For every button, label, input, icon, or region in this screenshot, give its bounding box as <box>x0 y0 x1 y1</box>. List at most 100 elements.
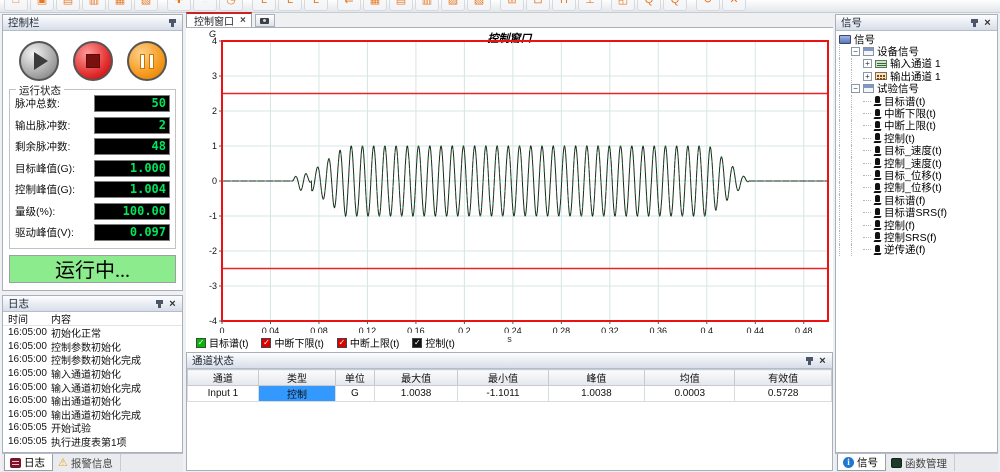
svg-text:-1: -1 <box>209 211 217 221</box>
table3-icon[interactable]: ▥ <box>415 0 439 11</box>
tab-secondary[interactable]: ⚠报警信息 <box>53 454 121 471</box>
log-entry[interactable]: 16:05:00控制参数初始化完成 <box>3 353 182 367</box>
log-entry[interactable]: 16:05:00输出通道初始化完成 <box>3 408 182 422</box>
pin-icon[interactable] <box>166 17 179 29</box>
legend-checkbox[interactable]: ✓ <box>412 338 422 348</box>
log-entry-time: 16:05:00 <box>3 368 51 379</box>
svg-text:0.24: 0.24 <box>504 326 522 333</box>
run-status-group: 运行状态 脉冲总数:50输出脉冲数:2剩余脉冲数:48目标峰值(G):1.000… <box>9 89 176 249</box>
zoom-in-icon[interactable]: Q <box>637 0 661 11</box>
channel-col-header[interactable]: 通道 <box>188 370 259 386</box>
status-field-label: 剩余脉冲数: <box>15 139 70 154</box>
close-icon[interactable]: ✕ <box>722 0 746 11</box>
chart-icon[interactable]: ▨ <box>441 0 465 11</box>
legend-checkbox[interactable]: ✓ <box>261 338 271 348</box>
group-icon <box>863 47 874 56</box>
edit-chart-icon[interactable]: ▧ <box>467 0 491 11</box>
channel-col-header[interactable]: 峰值 <box>548 370 645 386</box>
expand-icon[interactable]: + <box>863 59 872 68</box>
fit-h-icon[interactable]: H <box>552 0 576 11</box>
transfer-icon[interactable]: ⇄ <box>337 0 361 11</box>
L-plot-icon[interactable]: L <box>278 0 302 11</box>
channel-col-header[interactable]: 最小值 <box>458 370 548 386</box>
window-add-icon[interactable]: ▣ <box>30 0 54 11</box>
legend-item[interactable]: ✓中断上限(t) <box>337 335 399 350</box>
log-icon <box>10 458 21 468</box>
snapshot-button[interactable] <box>255 14 275 27</box>
legend-item[interactable]: ✓目标谱(t) <box>196 335 248 350</box>
close-icon[interactable]: × <box>981 17 994 29</box>
log-entry[interactable]: 16:05:00输入通道初始化 <box>3 367 182 381</box>
log-entry-time: 16:05:00 <box>3 382 51 393</box>
tree-item[interactable]: 中断上限(t) <box>839 120 997 132</box>
close-icon[interactable]: × <box>166 298 179 310</box>
channel-col-header[interactable]: 最大值 <box>374 370 458 386</box>
signal-panel-header: 信号 × <box>836 15 997 31</box>
clock-icon[interactable]: ◷ <box>219 0 243 11</box>
stop-icon <box>86 54 100 68</box>
status-field-label: 目标峰值(G): <box>15 161 75 176</box>
channel-row[interactable]: Input 1控制G1.0038-1.10111.00380.00030.572… <box>188 386 832 402</box>
star-icon[interactable]: ✚ <box>167 0 191 11</box>
tab-label: 日志 <box>24 455 45 470</box>
collapse-icon[interactable]: − <box>851 47 860 56</box>
play-button[interactable] <box>19 41 59 81</box>
pin-icon[interactable] <box>153 298 166 310</box>
close-icon[interactable]: × <box>816 355 829 367</box>
tab-secondary[interactable]: 函数管理 <box>886 454 955 471</box>
channel-status-header: 通道状态 × <box>187 353 832 369</box>
report-icon[interactable]: ▦ <box>108 0 132 11</box>
log-entry[interactable]: 16:05:00控制参数初始化 <box>3 340 182 354</box>
log-entry-time: 16:05:05 <box>3 422 51 433</box>
svg-text:0: 0 <box>219 326 224 333</box>
tab-control-window[interactable]: 控制窗口 × <box>186 12 252 27</box>
print-icon[interactable]: ▧ <box>134 0 158 11</box>
pin-icon[interactable] <box>803 355 816 367</box>
pause-button[interactable] <box>127 41 167 81</box>
tab-primary[interactable]: i信号 <box>837 454 886 471</box>
schedule-icon[interactable]: ◔ <box>193 0 217 11</box>
legend-checkbox[interactable]: ✓ <box>196 338 206 348</box>
run-status-title: 运行状态 <box>16 83 64 98</box>
log-entry[interactable]: 16:05:05执行进度表第1项 <box>3 435 182 449</box>
tree-item[interactable]: 目标谱SRS(f) <box>839 206 997 218</box>
legend-label: 目标谱(t) <box>209 335 248 350</box>
L-plot-icon[interactable]: L <box>304 0 328 11</box>
log-entry[interactable]: 16:05:00输入通道初始化完成 <box>3 380 182 394</box>
collapse-icon[interactable]: − <box>851 84 860 93</box>
save-layout-icon[interactable]: ▥ <box>82 0 106 11</box>
status-field-label: 量级(%): <box>15 204 55 219</box>
expand-icon[interactable]: + <box>863 72 872 81</box>
fit-v-icon[interactable]: ⊥ <box>578 0 602 11</box>
unlink-icon[interactable]: ⊟ <box>526 0 550 11</box>
chart-plot-area[interactable]: 43210-1-2-3-400.040.080.120.160.20.240.2… <box>186 28 833 333</box>
L-plot-icon[interactable]: L <box>252 0 276 11</box>
tree-item[interactable]: 逆传递(f) <box>839 244 997 256</box>
legend-item[interactable]: ✓中断下限(t) <box>261 335 323 350</box>
legend-checkbox[interactable]: ✓ <box>337 338 347 348</box>
refresh-icon[interactable]: ↺ <box>696 0 720 11</box>
table-icon[interactable]: ▦ <box>363 0 387 11</box>
channel-col-header[interactable]: 有效值 <box>735 370 832 386</box>
log-entry[interactable]: 16:05:00输出通道初始化 <box>3 394 182 408</box>
zoom-out-icon[interactable]: Q <box>663 0 687 11</box>
log-entry[interactable]: 16:05:05开始试验 <box>3 421 182 435</box>
fit-box-icon[interactable]: ◱ <box>611 0 635 11</box>
status-field-value: 1.000 <box>94 160 170 177</box>
channel-col-header[interactable]: 类型 <box>258 370 335 386</box>
svg-text:2: 2 <box>212 106 217 116</box>
status-field-row: 剩余脉冲数:48 <box>15 136 170 158</box>
tab-close-icon[interactable]: × <box>240 15 246 26</box>
signal-panel: 信号 × 信号−设备信号+输入通道 1+输出通道 1−试验信号目标谱(t)中断下… <box>835 14 998 453</box>
layout-icon[interactable]: ▤ <box>56 0 80 11</box>
channel-col-header[interactable]: 单位 <box>336 370 375 386</box>
tab-primary[interactable]: 日志 <box>4 454 53 471</box>
channel-col-header[interactable]: 均值 <box>645 370 735 386</box>
pin-icon[interactable] <box>968 17 981 29</box>
legend-item[interactable]: ✓控制(t) <box>412 335 454 350</box>
link-icon[interactable]: ⊞ <box>500 0 524 11</box>
window-icon[interactable]: □ <box>4 0 28 11</box>
table2-icon[interactable]: ▤ <box>389 0 413 11</box>
stop-button[interactable] <box>73 41 113 81</box>
log-entry[interactable]: 16:05:00初始化正常 <box>3 326 182 340</box>
